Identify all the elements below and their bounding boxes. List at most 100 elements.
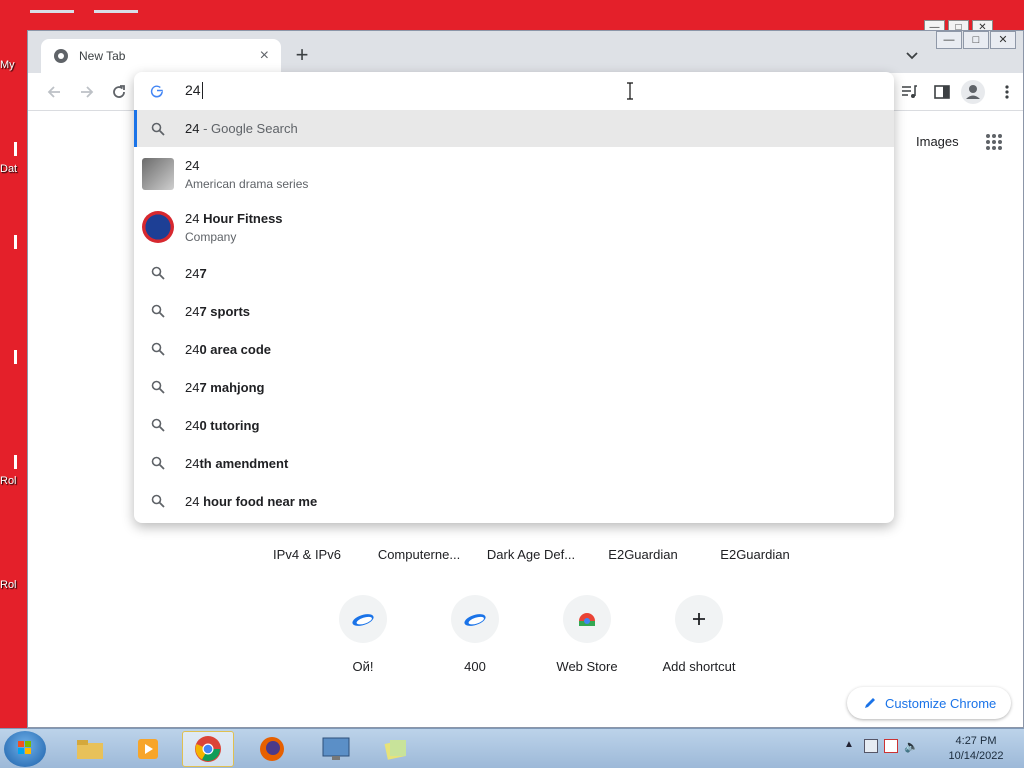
suggestion-text: 247: [185, 265, 207, 281]
suggestion-subtitle: American drama series: [185, 176, 309, 191]
shortcut-label[interactable]: IPv4 & IPv6: [257, 547, 357, 562]
back-arrow-icon[interactable]: [45, 83, 63, 101]
customize-chrome-button[interactable]: Customize Chrome: [847, 687, 1011, 719]
show-hidden-icons-icon[interactable]: ▲: [844, 739, 858, 753]
shortcut-tile[interactable]: [451, 595, 499, 643]
person-icon: [966, 85, 980, 99]
google-g-icon: [150, 85, 163, 98]
desktop-icon-label[interactable]: Rol: [0, 475, 17, 487]
minimize-button[interactable]: —: [936, 31, 962, 49]
suggestion-subtitle: Company: [185, 229, 237, 244]
desktop-icon-label[interactable]: My: [0, 59, 15, 71]
taskbar-firefox[interactable]: [246, 731, 298, 767]
shortcut-label[interactable]: Add shortcut: [649, 659, 749, 674]
desktop-icon-label[interactable]: Dat: [0, 163, 17, 175]
plus-icon: [693, 613, 705, 625]
folder-icon: [77, 740, 103, 759]
new-tab-button[interactable]: +: [290, 44, 314, 68]
start-button[interactable]: [4, 731, 46, 767]
suggestion-text: 24 - Google Search: [185, 121, 298, 136]
omnibox-suggestion[interactable]: 240 area code: [134, 330, 894, 368]
shortcut-label[interactable]: Ой!: [313, 659, 413, 674]
apps-grid-icon[interactable]: [986, 134, 1002, 150]
omnibox-dropdown: 24 24 - Google Search 24 American drama se…: [134, 72, 894, 523]
customize-chrome-label: Customize Chrome: [885, 695, 997, 711]
forward-arrow-icon[interactable]: [78, 83, 96, 101]
tab-strip: New Tab × + — □ ✕: [28, 31, 1023, 73]
search-icon: [151, 304, 165, 318]
shortcut-label[interactable]: E2Guardian: [593, 547, 693, 562]
taskbar-control-panel[interactable]: [310, 731, 362, 767]
sticky-notes-icon: [384, 740, 406, 760]
windows-logo-icon: [18, 741, 31, 754]
cloud-icon: [352, 614, 374, 626]
omnibox-suggestion[interactable]: 240 tutoring: [134, 406, 894, 444]
tab-close-icon[interactable]: ×: [260, 48, 269, 64]
search-icon: [151, 266, 165, 280]
media-player-icon: [138, 739, 158, 759]
cloud-icon: [464, 614, 486, 626]
suggestion-text: 240 area code: [185, 341, 272, 357]
network-icon[interactable]: [864, 739, 878, 753]
suggestion-text: 247 sports: [185, 303, 251, 319]
fitness-logo-thumbnail: [142, 211, 174, 243]
search-icon: [151, 380, 165, 394]
omnibox-suggestion[interactable]: 24 Hour Fitness Company: [134, 202, 894, 252]
search-icon: [151, 418, 165, 432]
omnibox-suggestion[interactable]: 24th amendment: [134, 444, 894, 482]
shortcut-label[interactable]: Dark Age Def...: [481, 547, 581, 562]
volume-icon[interactable]: 🔈: [904, 739, 919, 753]
shortcut-label[interactable]: Computerne...: [369, 547, 469, 562]
firefox-icon: [260, 737, 284, 761]
add-shortcut-tile[interactable]: [675, 595, 723, 643]
shortcut-label[interactable]: E2Guardian: [705, 547, 805, 562]
shortcut-label[interactable]: 400: [425, 659, 525, 674]
shortcut-tile[interactable]: [339, 595, 387, 643]
clock-date: 10/14/2022: [948, 750, 1004, 762]
desktop-icon-fragment: [14, 142, 17, 156]
profile-avatar[interactable]: [961, 80, 985, 104]
tv-series-thumbnail: [142, 158, 174, 190]
maximize-button[interactable]: □: [963, 31, 989, 49]
action-center-flag-icon[interactable]: [884, 739, 898, 753]
omnibox-input[interactable]: 24: [134, 72, 894, 109]
omnibox-suggestion[interactable]: 24 American drama series: [134, 148, 894, 200]
chevron-down-icon[interactable]: [904, 47, 920, 63]
taskbar-explorer[interactable]: [64, 731, 116, 767]
desktop-icon-fragment: [14, 455, 17, 469]
desktop-icon-fragment: [14, 350, 17, 364]
clock[interactable]: 4:27 PM 10/14/2022: [936, 734, 1016, 764]
omnibox-suggestion[interactable]: 247: [134, 254, 894, 292]
suggestion-text: 24 Hour Fitness: [185, 210, 283, 226]
close-button[interactable]: ✕: [990, 31, 1016, 49]
chrome-icon: [54, 49, 68, 63]
suggestion-text: 24: [185, 157, 200, 173]
images-link[interactable]: Images: [916, 134, 959, 149]
side-panel-icon[interactable]: [933, 83, 951, 101]
taskbar-notes[interactable]: [370, 731, 422, 767]
monitor-icon: [322, 737, 350, 760]
shortcut-tile[interactable]: [563, 595, 611, 643]
omnibox-suggestion[interactable]: 247 mahjong: [134, 368, 894, 406]
search-icon: [151, 456, 165, 470]
text-cursor-icon: [627, 82, 633, 100]
taskbar-chrome[interactable]: [182, 731, 234, 767]
reload-icon[interactable]: [110, 83, 128, 101]
media-control-icon[interactable]: [900, 83, 918, 101]
system-tray: ▲ 🔈: [844, 739, 919, 753]
omnibox-suggestion[interactable]: 24 - Google Search: [134, 110, 894, 147]
shortcut-label[interactable]: Web Store: [537, 659, 637, 674]
clock-time: 4:27 PM: [955, 735, 997, 747]
omnibox-text: 24: [185, 81, 203, 100]
omnibox-suggestion[interactable]: 247 sports: [134, 292, 894, 330]
omnibox-suggestion[interactable]: 24 hour food near me: [134, 482, 894, 520]
tab-title: New Tab: [79, 49, 126, 63]
desktop-window-thumbnail: [30, 10, 74, 22]
more-vert-icon[interactable]: [998, 83, 1016, 101]
suggestion-text: 240 tutoring: [185, 417, 260, 433]
desktop-icon-label[interactable]: Rol: [0, 579, 17, 591]
search-icon: [151, 342, 165, 356]
tab-new-tab[interactable]: New Tab ×: [41, 39, 281, 73]
suggestion-text: 24th amendment: [185, 455, 289, 471]
taskbar-media-player[interactable]: [122, 731, 174, 767]
